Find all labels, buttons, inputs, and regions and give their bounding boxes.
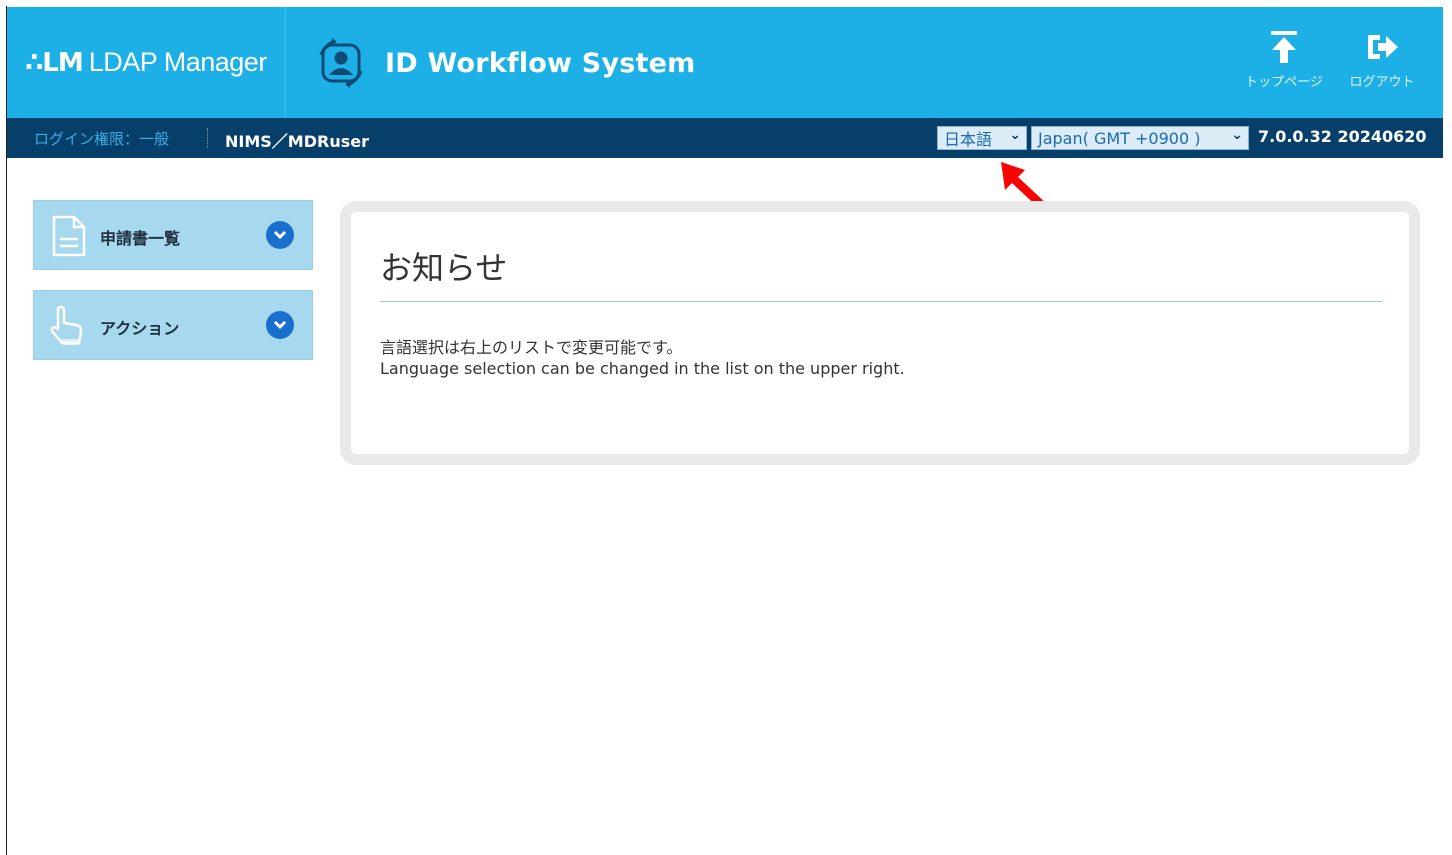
app-header: ∴LM LDAP Manager ID Workflow System トップペ…: [7, 7, 1443, 118]
document-icon: [52, 215, 86, 257]
top-page-button[interactable]: トップページ: [1240, 29, 1328, 101]
brand-name: LDAP Manager: [88, 47, 268, 77]
status-bar: ログイン権限：一般 NIMS／MDRuser 日本語 ⌄ Japan( GMT …: [7, 118, 1443, 158]
sidebar-item-applications[interactable]: 申請書一覧: [33, 200, 313, 270]
top-page-label: トップページ: [1245, 75, 1323, 90]
system-heading: ID Workflow System: [315, 35, 695, 91]
notice-text-en: Language selection can be changed in the…: [380, 359, 905, 378]
notice-divider: [380, 301, 1382, 302]
logout-button[interactable]: ログアウト: [1338, 29, 1426, 101]
header-divider: [285, 7, 286, 118]
user-name: NIMS／MDRuser: [225, 132, 369, 151]
chevron-down-icon[interactable]: [266, 221, 294, 249]
sidebar-item-label: アクション: [100, 319, 180, 338]
logout-icon: [1368, 35, 1398, 59]
chevron-down-icon[interactable]: [266, 311, 294, 339]
brand-logo[interactable]: ∴LM LDAP Manager: [7, 7, 285, 118]
notice-card: お知らせ 言語選択は右上のリストで変更可能です。 Language select…: [340, 201, 1420, 465]
notice-text-ja: 言語選択は右上のリストで変更可能です。: [380, 338, 683, 357]
notice-title: お知らせ: [380, 249, 508, 287]
logout-label: ログアウト: [1349, 75, 1415, 90]
sidebar-item-actions[interactable]: アクション: [33, 290, 313, 360]
chevron-down-icon: ⌄: [1009, 127, 1021, 143]
language-select[interactable]: 日本語 ⌄: [937, 126, 1027, 150]
pointer-hand-icon: [50, 305, 83, 345]
timezone-value: Japan( GMT +0900 ): [1038, 128, 1201, 148]
login-permission: ログイン権限：一般: [34, 130, 170, 148]
timezone-select[interactable]: Japan( GMT +0900 ) ⌄: [1031, 126, 1249, 150]
language-value: 日本語: [944, 130, 993, 149]
version-text: 7.0.0.32 20240620: [1258, 127, 1427, 146]
chevron-down-icon: ⌄: [1231, 127, 1243, 143]
separator: [207, 128, 208, 148]
system-title: ID Workflow System: [385, 47, 696, 79]
brand-mark: ∴LM: [25, 47, 84, 78]
upload-arrow-icon: [1271, 31, 1297, 63]
sidebar-item-label: 申請書一覧: [100, 229, 181, 248]
user-sync-icon: [319, 38, 363, 88]
